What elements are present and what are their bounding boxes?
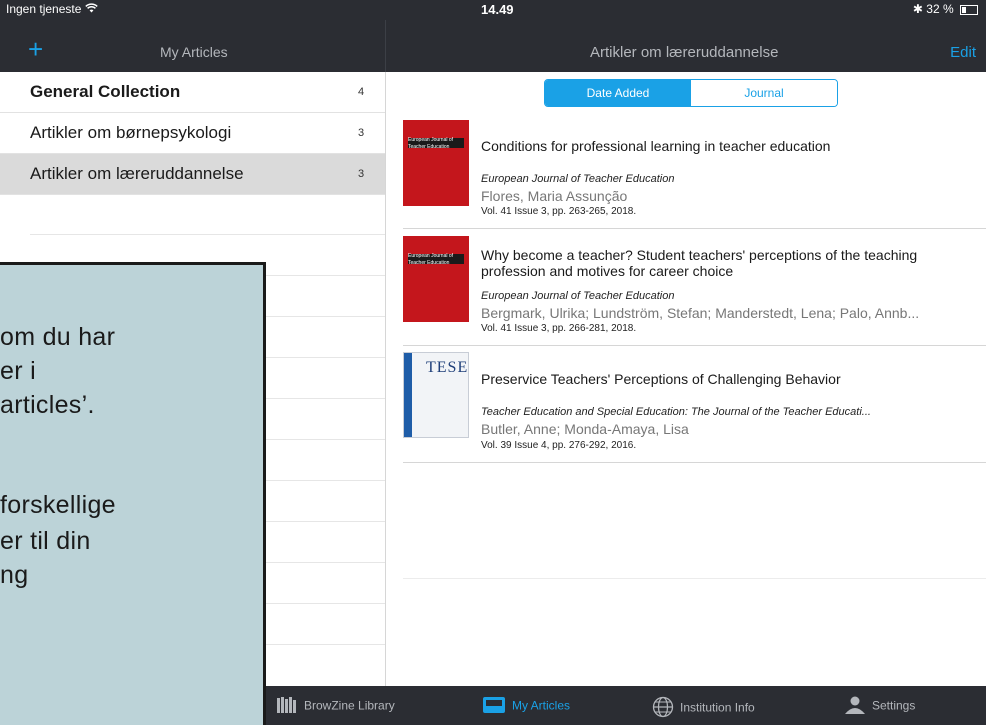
status-right: ✱ 32 % <box>913 2 978 16</box>
status-carrier: Ingen tjeneste <box>6 2 98 16</box>
cover-text: Teacher Education <box>408 260 450 266</box>
nav-divider <box>385 20 386 72</box>
tab-label: Institution Info <box>680 700 755 715</box>
article-title: Preservice Teachers' Perceptions of Chal… <box>481 371 841 387</box>
article-journal: Teacher Education and Special Education:… <box>481 406 871 418</box>
cover-text: TESE <box>426 359 469 376</box>
article-separator <box>403 345 986 346</box>
collection-label: Artikler om læreruddannelse <box>30 164 244 183</box>
segment-journal[interactable]: Journal <box>691 80 837 106</box>
collection-item-bornepsykologi[interactable]: Artikler om børnepsykologi 3 <box>0 113 385 154</box>
globe-icon <box>652 696 674 721</box>
article-item[interactable]: TESE Preservice Teachers' Perceptions of… <box>403 352 986 456</box>
cover-stripe <box>404 353 412 437</box>
add-collection-button[interactable]: + <box>28 36 43 62</box>
instruction-callout: om du har er i articles’. forskellige er… <box>0 262 266 725</box>
collection-label: General Collection <box>30 82 181 101</box>
collection-count: 3 <box>358 127 365 139</box>
battery-label: 32 % <box>926 2 954 16</box>
segment-date-added[interactable]: Date Added <box>545 80 691 106</box>
empty-row-divider <box>30 234 385 235</box>
article-item[interactable]: European Journal of Teacher Education Co… <box>403 120 986 220</box>
collection-item-laereruddannelse[interactable]: Artikler om læreruddannelse 3 <box>0 154 385 195</box>
callout-line: ng <box>0 561 29 589</box>
article-separator <box>403 578 986 579</box>
collection-item-general[interactable]: General Collection 4 <box>0 72 385 113</box>
article-journal: European Journal of Teacher Education <box>481 290 675 302</box>
inbox-tray-icon <box>482 696 506 717</box>
bluetooth-icon: ✱ <box>912 2 923 16</box>
cover-text: Teacher Education <box>408 144 450 150</box>
status-time: 14.49 <box>481 2 514 17</box>
article-item[interactable]: European Journal of Teacher Education Wh… <box>403 236 986 340</box>
article-volume: Vol. 41 Issue 3, pp. 263-265, 2018. <box>481 206 637 217</box>
tab-my-articles[interactable]: My Articles <box>482 696 570 717</box>
article-title: Conditions for professional learning in … <box>481 138 831 154</box>
collection-count: 3 <box>358 168 365 180</box>
article-title: Why become a teacher? Student teachers' … <box>481 247 918 279</box>
callout-line: er i <box>0 357 36 385</box>
callout-line: articles’. <box>0 391 95 419</box>
sort-segmented-control: Date Added Journal <box>544 79 838 107</box>
article-volume: Vol. 41 Issue 3, pp. 266-281, 2018. <box>481 323 637 334</box>
article-separator <box>403 228 986 229</box>
article-volume: Vol. 39 Issue 4, pp. 276-292, 2016. <box>481 440 637 451</box>
collection-count: 4 <box>358 86 365 98</box>
journal-cover-image: European Journal of Teacher Education <box>403 236 469 322</box>
person-icon <box>844 696 866 717</box>
article-authors: Butler, Anne; Monda-Amaya, Lisa <box>481 421 689 437</box>
journal-cover-image: European Journal of Teacher Education <box>403 120 469 206</box>
callout-line: er til din <box>0 527 91 555</box>
article-separator <box>403 462 986 463</box>
article-authors: Bergmark, Ulrika; Lundström, Stefan; Man… <box>481 305 920 321</box>
carrier-label: Ingen tjeneste <box>6 2 82 16</box>
tab-label: My Articles <box>512 698 571 713</box>
wifi-icon <box>85 2 98 16</box>
battery-icon <box>960 4 978 15</box>
callout-line: om du har <box>0 323 116 351</box>
article-journal: European Journal of Teacher Education <box>481 173 675 185</box>
left-nav-title: My Articles <box>160 44 228 60</box>
tab-settings[interactable]: Settings <box>844 696 915 717</box>
tab-institution-info[interactable]: Institution Info <box>652 696 755 721</box>
right-nav-title: Artikler om læreruddannelse <box>590 44 779 61</box>
tab-browzine-library[interactable]: BrowZine Library <box>276 696 395 717</box>
journal-cover-image: TESE <box>403 352 469 438</box>
collection-label: Artikler om børnepsykologi <box>30 123 232 142</box>
library-icon <box>276 696 298 717</box>
callout-line: forskellige <box>0 491 116 519</box>
edit-button[interactable]: Edit <box>950 44 976 61</box>
tab-label: Settings <box>872 698 916 713</box>
tab-label: BrowZine Library <box>304 698 395 713</box>
article-authors: Flores, Maria Assunção <box>481 188 628 204</box>
